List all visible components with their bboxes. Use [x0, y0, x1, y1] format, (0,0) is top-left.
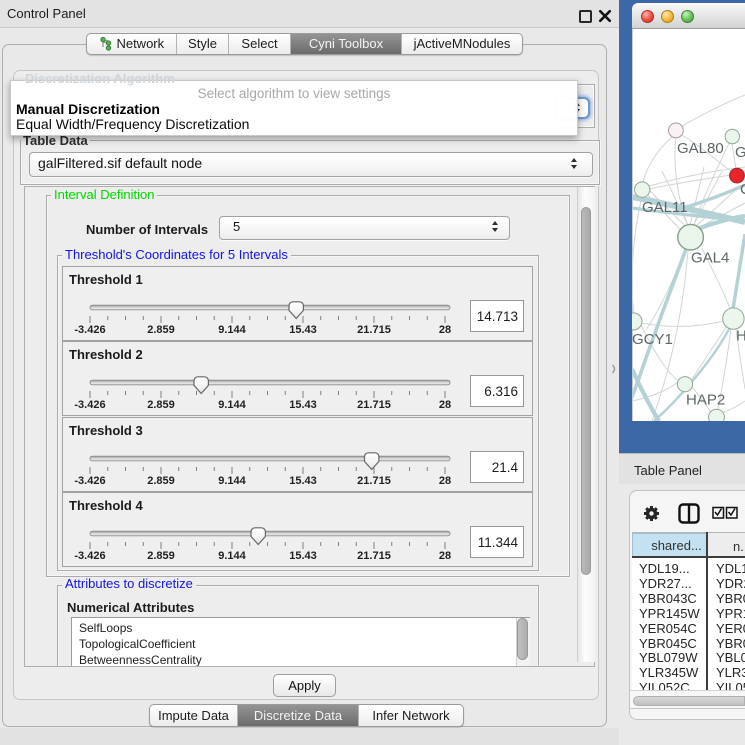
svg-text:-3.426: -3.426	[74, 324, 105, 336]
svg-text:9.144: 9.144	[218, 550, 246, 562]
svg-text:15.43: 15.43	[289, 550, 317, 562]
svg-text:9.144: 9.144	[218, 399, 246, 411]
svg-text:21.715: 21.715	[357, 475, 391, 487]
svg-text:GAL80: GAL80	[677, 140, 724, 157]
svg-text:28: 28	[439, 324, 451, 336]
svg-text:2.859: 2.859	[147, 550, 175, 562]
svg-text:21.715: 21.715	[357, 324, 391, 336]
svg-text:2.859: 2.859	[147, 475, 175, 487]
svg-text:21.715: 21.715	[357, 399, 391, 411]
svg-text:G.: G.	[735, 144, 745, 161]
svg-text:C: C	[740, 181, 745, 198]
svg-text:28: 28	[439, 550, 451, 562]
svg-text:15.43: 15.43	[289, 475, 317, 487]
svg-text:H: H	[736, 328, 745, 345]
svg-text:2.859: 2.859	[147, 399, 175, 411]
svg-text:21.715: 21.715	[357, 550, 391, 562]
svg-text:9.144: 9.144	[218, 324, 246, 336]
svg-text:GCY1: GCY1	[632, 331, 673, 348]
svg-text:-3.426: -3.426	[74, 550, 105, 562]
svg-text:9.144: 9.144	[218, 475, 246, 487]
svg-text:HAP2: HAP2	[686, 392, 725, 409]
svg-text:GAL4: GAL4	[691, 250, 729, 267]
svg-text:15.43: 15.43	[289, 324, 317, 336]
svg-text:28: 28	[439, 475, 451, 487]
svg-text:-3.426: -3.426	[74, 399, 105, 411]
svg-text:GAL11: GAL11	[642, 199, 688, 216]
svg-text:-3.426: -3.426	[74, 475, 105, 487]
svg-text:28: 28	[439, 399, 451, 411]
svg-text:2.859: 2.859	[147, 324, 175, 336]
svg-text:15.43: 15.43	[289, 399, 317, 411]
